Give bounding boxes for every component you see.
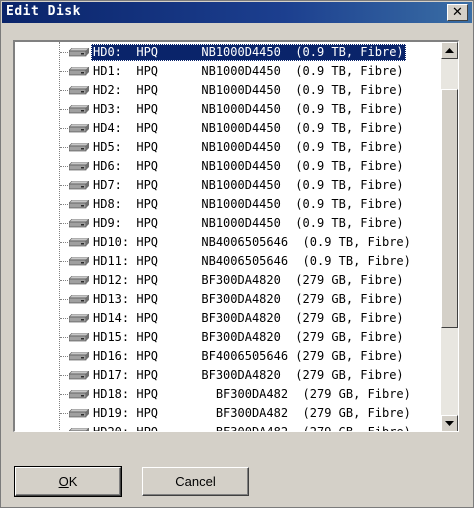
- disk-label: HD13: HPQ BF300DA4820 (279 GB, Fibre): [93, 292, 404, 306]
- hard-disk-icon: [69, 390, 89, 399]
- hard-disk-icon: [69, 48, 89, 57]
- disk-list-item[interactable]: HD15: HPQ BF300DA4820 (279 GB, Fibre): [15, 328, 440, 347]
- disk-label: HD1: HPQ NB1000D4450 (0.9 TB, Fibre): [93, 64, 404, 78]
- disk-list-item[interactable]: HD0: HPQ NB1000D4450 (0.9 TB, Fibre): [15, 43, 440, 62]
- disk-list-item[interactable]: HD13: HPQ BF300DA4820 (279 GB, Fibre): [15, 290, 440, 309]
- hard-disk-icon: [69, 124, 89, 133]
- hard-disk-icon: [69, 333, 89, 342]
- disk-list-item[interactable]: HD19: HPQ BF300DA482 (279 GB, Fibre): [15, 404, 440, 423]
- disk-list-content: HD0: HPQ NB1000D4450 (0.9 TB, Fibre) HD1:…: [15, 42, 440, 432]
- scroll-down-button[interactable]: [441, 415, 458, 431]
- hard-disk-icon: [69, 105, 89, 114]
- disk-label: HD8: HPQ NB1000D4450 (0.9 TB, Fibre): [93, 197, 404, 211]
- hard-disk-icon: [69, 181, 89, 190]
- disk-list-item[interactable]: HD2: HPQ NB1000D4450 (0.9 TB, Fibre): [15, 81, 440, 100]
- disk-list-item[interactable]: HD3: HPQ NB1000D4450 (0.9 TB, Fibre): [15, 100, 440, 119]
- hard-disk-icon: [69, 219, 89, 228]
- disk-list-item[interactable]: HD16: HPQ BF4006505646 (279 GB, Fibre): [15, 347, 440, 366]
- title-bar[interactable]: Edit Disk ✕: [2, 2, 472, 23]
- disk-label: HD9: HPQ NB1000D4450 (0.9 TB, Fibre): [93, 216, 404, 230]
- hard-disk-icon: [69, 314, 89, 323]
- window-title: Edit Disk: [6, 4, 81, 19]
- hard-disk-icon: [69, 371, 89, 380]
- disk-label: HD4: HPQ NB1000D4450 (0.9 TB, Fibre): [93, 121, 404, 135]
- hard-disk-icon: [69, 143, 89, 152]
- disk-list-item[interactable]: HD14: HPQ BF300DA4820 (279 GB, Fibre): [15, 309, 440, 328]
- disk-list[interactable]: HD0: HPQ NB1000D4450 (0.9 TB, Fibre) HD1:…: [13, 40, 459, 432]
- edit-disk-dialog: Edit Disk ✕ HD0: HPQ NB1000D4450 (0.9 TB…: [0, 0, 474, 508]
- disk-list-item[interactable]: HD6: HPQ NB1000D4450 (0.9 TB, Fibre): [15, 157, 440, 176]
- arrow-down-icon: [445, 421, 454, 426]
- hard-disk-icon: [69, 238, 89, 247]
- disk-list-item[interactable]: HD20: HPQ BF300DA482 (279 GB, Fibre): [15, 423, 440, 432]
- vertical-scrollbar[interactable]: [441, 42, 458, 431]
- disk-label: HD19: HPQ BF300DA482 (279 GB, Fibre): [93, 406, 411, 420]
- disk-label: HD14: HPQ BF300DA4820 (279 GB, Fibre): [93, 311, 404, 325]
- hard-disk-icon: [69, 352, 89, 361]
- disk-list-item[interactable]: HD7: HPQ NB1000D4450 (0.9 TB, Fibre): [15, 176, 440, 195]
- ok-mnemonic: O: [58, 474, 69, 489]
- disk-list-item[interactable]: HD1: HPQ NB1000D4450 (0.9 TB, Fibre): [15, 62, 440, 81]
- hard-disk-icon: [69, 409, 89, 418]
- disk-label: HD16: HPQ BF4006505646 (279 GB, Fibre): [93, 349, 404, 363]
- close-button[interactable]: ✕: [447, 4, 468, 21]
- ok-label-rest: K: [68, 474, 78, 489]
- disk-list-item[interactable]: HD8: HPQ NB1000D4450 (0.9 TB, Fibre): [15, 195, 440, 214]
- scroll-up-button[interactable]: [441, 42, 458, 59]
- hard-disk-icon: [69, 428, 89, 431]
- hard-disk-icon: [69, 162, 89, 171]
- hard-disk-icon: [69, 295, 89, 304]
- disk-list-item[interactable]: HD9: HPQ NB1000D4450 (0.9 TB, Fibre): [15, 214, 440, 233]
- disk-label: HD5: HPQ NB1000D4450 (0.9 TB, Fibre): [93, 140, 404, 154]
- hard-disk-icon: [69, 200, 89, 209]
- disk-label: HD0: HPQ NB1000D4450 (0.9 TB, Fibre): [91, 44, 406, 61]
- disk-label: HD7: HPQ NB1000D4450 (0.9 TB, Fibre): [93, 178, 404, 192]
- disk-list-item[interactable]: HD18: HPQ BF300DA482 (279 GB, Fibre): [15, 385, 440, 404]
- hard-disk-icon: [69, 276, 89, 285]
- disk-label: HD2: HPQ NB1000D4450 (0.9 TB, Fibre): [93, 83, 404, 97]
- disk-list-item[interactable]: HD17: HPQ BF300DA4820 (279 GB, Fibre): [15, 366, 440, 385]
- hard-disk-icon: [69, 86, 89, 95]
- disk-label: HD20: HPQ BF300DA482 (279 GB, Fibre): [93, 425, 411, 432]
- disk-label: HD3: HPQ NB1000D4450 (0.9 TB, Fibre): [93, 102, 404, 116]
- scroll-thumb[interactable]: [441, 89, 458, 328]
- disk-label: HD12: HPQ BF300DA4820 (279 GB, Fibre): [93, 273, 404, 287]
- disk-label: HD6: HPQ NB1000D4450 (0.9 TB, Fibre): [93, 159, 404, 173]
- disk-label: HD11: HPQ NB4006505646 (0.9 TB, Fibre): [93, 254, 411, 268]
- hard-disk-icon: [69, 67, 89, 76]
- disk-list-item[interactable]: HD5: HPQ NB1000D4450 (0.9 TB, Fibre): [15, 138, 440, 157]
- disk-label: HD17: HPQ BF300DA4820 (279 GB, Fibre): [93, 368, 404, 382]
- disk-label: HD10: HPQ NB4006505646 (0.9 TB, Fibre): [93, 235, 411, 249]
- disk-label: HD18: HPQ BF300DA482 (279 GB, Fibre): [93, 387, 411, 401]
- disk-list-item[interactable]: HD10: HPQ NB4006505646 (0.9 TB, Fibre): [15, 233, 440, 252]
- cancel-button[interactable]: Cancel: [142, 467, 249, 496]
- ok-button[interactable]: OK: [14, 466, 122, 497]
- disk-list-item[interactable]: HD12: HPQ BF300DA4820 (279 GB, Fibre): [15, 271, 440, 290]
- disk-label: HD15: HPQ BF300DA4820 (279 GB, Fibre): [93, 330, 404, 344]
- arrow-up-icon: [445, 48, 454, 53]
- disk-list-item[interactable]: HD4: HPQ NB1000D4450 (0.9 TB, Fibre): [15, 119, 440, 138]
- hard-disk-icon: [69, 257, 89, 266]
- close-icon: ✕: [452, 5, 463, 20]
- disk-list-item[interactable]: HD11: HPQ NB4006505646 (0.9 TB, Fibre): [15, 252, 440, 271]
